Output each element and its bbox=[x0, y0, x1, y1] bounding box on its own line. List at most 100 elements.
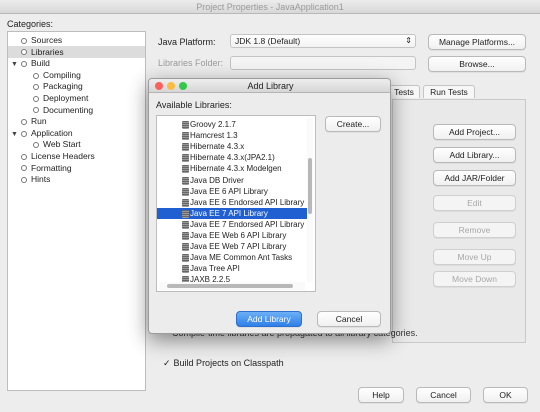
library-item[interactable]: Java Tree API bbox=[157, 263, 307, 274]
vertical-scrollbar[interactable] bbox=[307, 118, 313, 282]
tree-node-icon bbox=[21, 130, 27, 137]
sidebar-item-hints[interactable]: Hints bbox=[8, 173, 145, 185]
horizontal-scroll-thumb[interactable] bbox=[167, 284, 293, 288]
library-item[interactable]: Java EE Web 6 API Library bbox=[157, 230, 307, 241]
categories-tree[interactable]: Sources Libraries ▼ Build Compiling Packaging… bbox=[7, 31, 146, 391]
sidebar-item-label: Documenting bbox=[43, 104, 94, 115]
sidebar-item-label: Compiling bbox=[43, 69, 81, 80]
library-name: Java EE 7 API Library bbox=[190, 208, 268, 218]
sidebar-item-deployment[interactable]: Deployment bbox=[8, 92, 145, 104]
library-item[interactable]: Java ME Common Ant Tasks bbox=[157, 252, 307, 263]
jar-library-icon bbox=[182, 232, 189, 240]
jar-library-icon bbox=[182, 220, 189, 229]
sidebar-item-web-start[interactable]: Web Start bbox=[8, 138, 145, 150]
jar-library-icon bbox=[182, 209, 189, 218]
help-button[interactable]: Help bbox=[358, 387, 404, 403]
vertical-scroll-thumb[interactable] bbox=[308, 158, 312, 214]
java-platform-value: JDK 1.8 (Default) bbox=[235, 36, 301, 46]
tab-run-tests[interactable]: Run Tests bbox=[423, 85, 475, 98]
categories-label: Categories: bbox=[7, 19, 54, 29]
move-up-button[interactable]: Move Up bbox=[433, 249, 516, 265]
sidebar-item-label: Build bbox=[31, 58, 50, 69]
remove-button[interactable]: Remove bbox=[433, 222, 516, 238]
library-item[interactable]: Java EE 7 Endorsed API Library bbox=[157, 219, 307, 230]
browse-button[interactable]: Browse... bbox=[428, 56, 526, 72]
jar-library-icon bbox=[182, 198, 189, 207]
sidebar-item-build[interactable]: ▼ Build bbox=[8, 57, 145, 69]
sidebar-item-libraries[interactable]: Libraries bbox=[8, 45, 145, 58]
jar-library-icon bbox=[182, 143, 189, 152]
sidebar-item-documenting[interactable]: Documenting bbox=[8, 104, 145, 116]
sidebar-item-label: Deployment bbox=[43, 93, 89, 103]
sidebar-item-label: Run bbox=[31, 116, 47, 127]
library-item[interactable]: Hibernate 4.3.x Modelgen bbox=[157, 163, 307, 174]
add-library-button[interactable]: Add Library... bbox=[433, 147, 516, 163]
tree-node-icon bbox=[33, 84, 39, 91]
ok-button[interactable]: OK bbox=[483, 387, 528, 403]
library-name: Java DB Driver bbox=[190, 175, 244, 185]
build-on-classpath-checkbox[interactable]: ✓ Build Projects on Classpath bbox=[163, 358, 284, 369]
jar-library-icon bbox=[182, 254, 189, 263]
manage-platforms-button[interactable]: Manage Platforms... bbox=[428, 34, 526, 50]
java-platform-select[interactable]: JDK 1.8 (Default) ⇕ bbox=[230, 34, 416, 48]
edit-button[interactable]: Edit bbox=[433, 195, 516, 211]
library-name: Java EE Web 6 API Library bbox=[190, 231, 287, 240]
tab-tests[interactable]: Tests bbox=[388, 85, 420, 98]
library-name: Java EE 6 API Library bbox=[190, 186, 268, 196]
minimize-icon[interactable] bbox=[167, 82, 175, 90]
window-title: Project Properties - JavaApplication1 bbox=[196, 2, 344, 12]
footer-cancel-button[interactable]: Cancel bbox=[416, 387, 471, 403]
sidebar-item-label: Formatting bbox=[31, 162, 72, 173]
dialog-cancel-button[interactable]: Cancel bbox=[317, 311, 381, 327]
add-library-dialog: Add Library Available Libraries: Groovy … bbox=[148, 78, 391, 334]
library-item[interactable]: Java EE Web 7 API Library bbox=[157, 241, 307, 252]
available-libraries-list[interactable]: Groovy 2.1.7 Hamcrest 1.3 Hibernate 4.3.x H… bbox=[156, 115, 316, 292]
tree-node-icon bbox=[21, 37, 27, 44]
library-name: Java EE 7 Endorsed API Library bbox=[190, 219, 305, 229]
sidebar-item-compiling[interactable]: Compiling bbox=[8, 69, 145, 81]
add-jar-folder-button[interactable]: Add JAR/Folder bbox=[433, 170, 516, 186]
library-name: Groovy 2.1.7 bbox=[190, 120, 236, 129]
add-library-confirm-button[interactable]: Add Library bbox=[236, 311, 302, 327]
library-item[interactable]: Hibernate 4.3.x(JPA2.1) bbox=[157, 152, 307, 163]
sidebar-item-packaging[interactable]: Packaging bbox=[8, 80, 145, 92]
build-on-classpath-label: Build Projects on Classpath bbox=[173, 358, 284, 368]
dialog-titlebar[interactable]: Add Library bbox=[149, 79, 390, 93]
move-down-button[interactable]: Move Down bbox=[433, 271, 516, 287]
window-titlebar[interactable]: Project Properties - JavaApplication1 bbox=[0, 0, 540, 14]
jar-library-icon bbox=[182, 265, 189, 274]
checkmark-icon: ✓ bbox=[163, 358, 171, 368]
library-item[interactable]: Java EE 6 API Library bbox=[157, 186, 307, 197]
sidebar-item-license-headers[interactable]: License Headers bbox=[8, 150, 145, 162]
libraries-folder-field[interactable] bbox=[230, 56, 416, 70]
available-libraries-label: Available Libraries: bbox=[156, 100, 232, 110]
create-library-button[interactable]: Create... bbox=[325, 116, 381, 132]
library-name: Hibernate 4.3.x Modelgen bbox=[190, 164, 282, 174]
close-icon[interactable] bbox=[155, 82, 163, 90]
tree-node-icon bbox=[21, 49, 27, 56]
add-project-button[interactable]: Add Project... bbox=[433, 124, 516, 140]
library-item[interactable]: Groovy 2.1.7 bbox=[157, 119, 307, 130]
tree-node-icon bbox=[33, 107, 39, 114]
library-item[interactable]: Hibernate 4.3.x bbox=[157, 141, 307, 152]
library-item[interactable]: Hamcrest 1.3 bbox=[157, 130, 307, 141]
sidebar-item-label: Packaging bbox=[43, 81, 83, 92]
library-item[interactable]: Java EE 7 API Library bbox=[157, 207, 307, 219]
sidebar-item-sources[interactable]: Sources bbox=[8, 34, 145, 46]
sidebar-item-application[interactable]: ▼ Application bbox=[8, 127, 145, 139]
sidebar-item-formatting[interactable]: Formatting bbox=[8, 162, 145, 174]
libraries-folder-label: Libraries Folder: bbox=[158, 58, 224, 68]
tree-node-icon bbox=[21, 153, 27, 160]
jar-library-icon bbox=[182, 187, 189, 196]
library-name: Java EE 6 Endorsed API Library bbox=[190, 197, 305, 207]
zoom-icon[interactable] bbox=[179, 82, 187, 90]
library-name: Hibernate 4.3.x(JPA2.1) bbox=[190, 153, 275, 163]
library-item[interactable]: Java EE 6 Endorsed API Library bbox=[157, 197, 307, 208]
sidebar-item-label: Application bbox=[31, 127, 73, 138]
sidebar-item-run[interactable]: Run bbox=[8, 115, 145, 127]
sidebar-item-label: Libraries bbox=[31, 46, 64, 57]
library-item[interactable]: Java DB Driver bbox=[157, 175, 307, 186]
horizontal-scrollbar[interactable] bbox=[159, 282, 305, 290]
jar-library-icon bbox=[182, 121, 189, 129]
dialog-title: Add Library bbox=[247, 81, 294, 91]
